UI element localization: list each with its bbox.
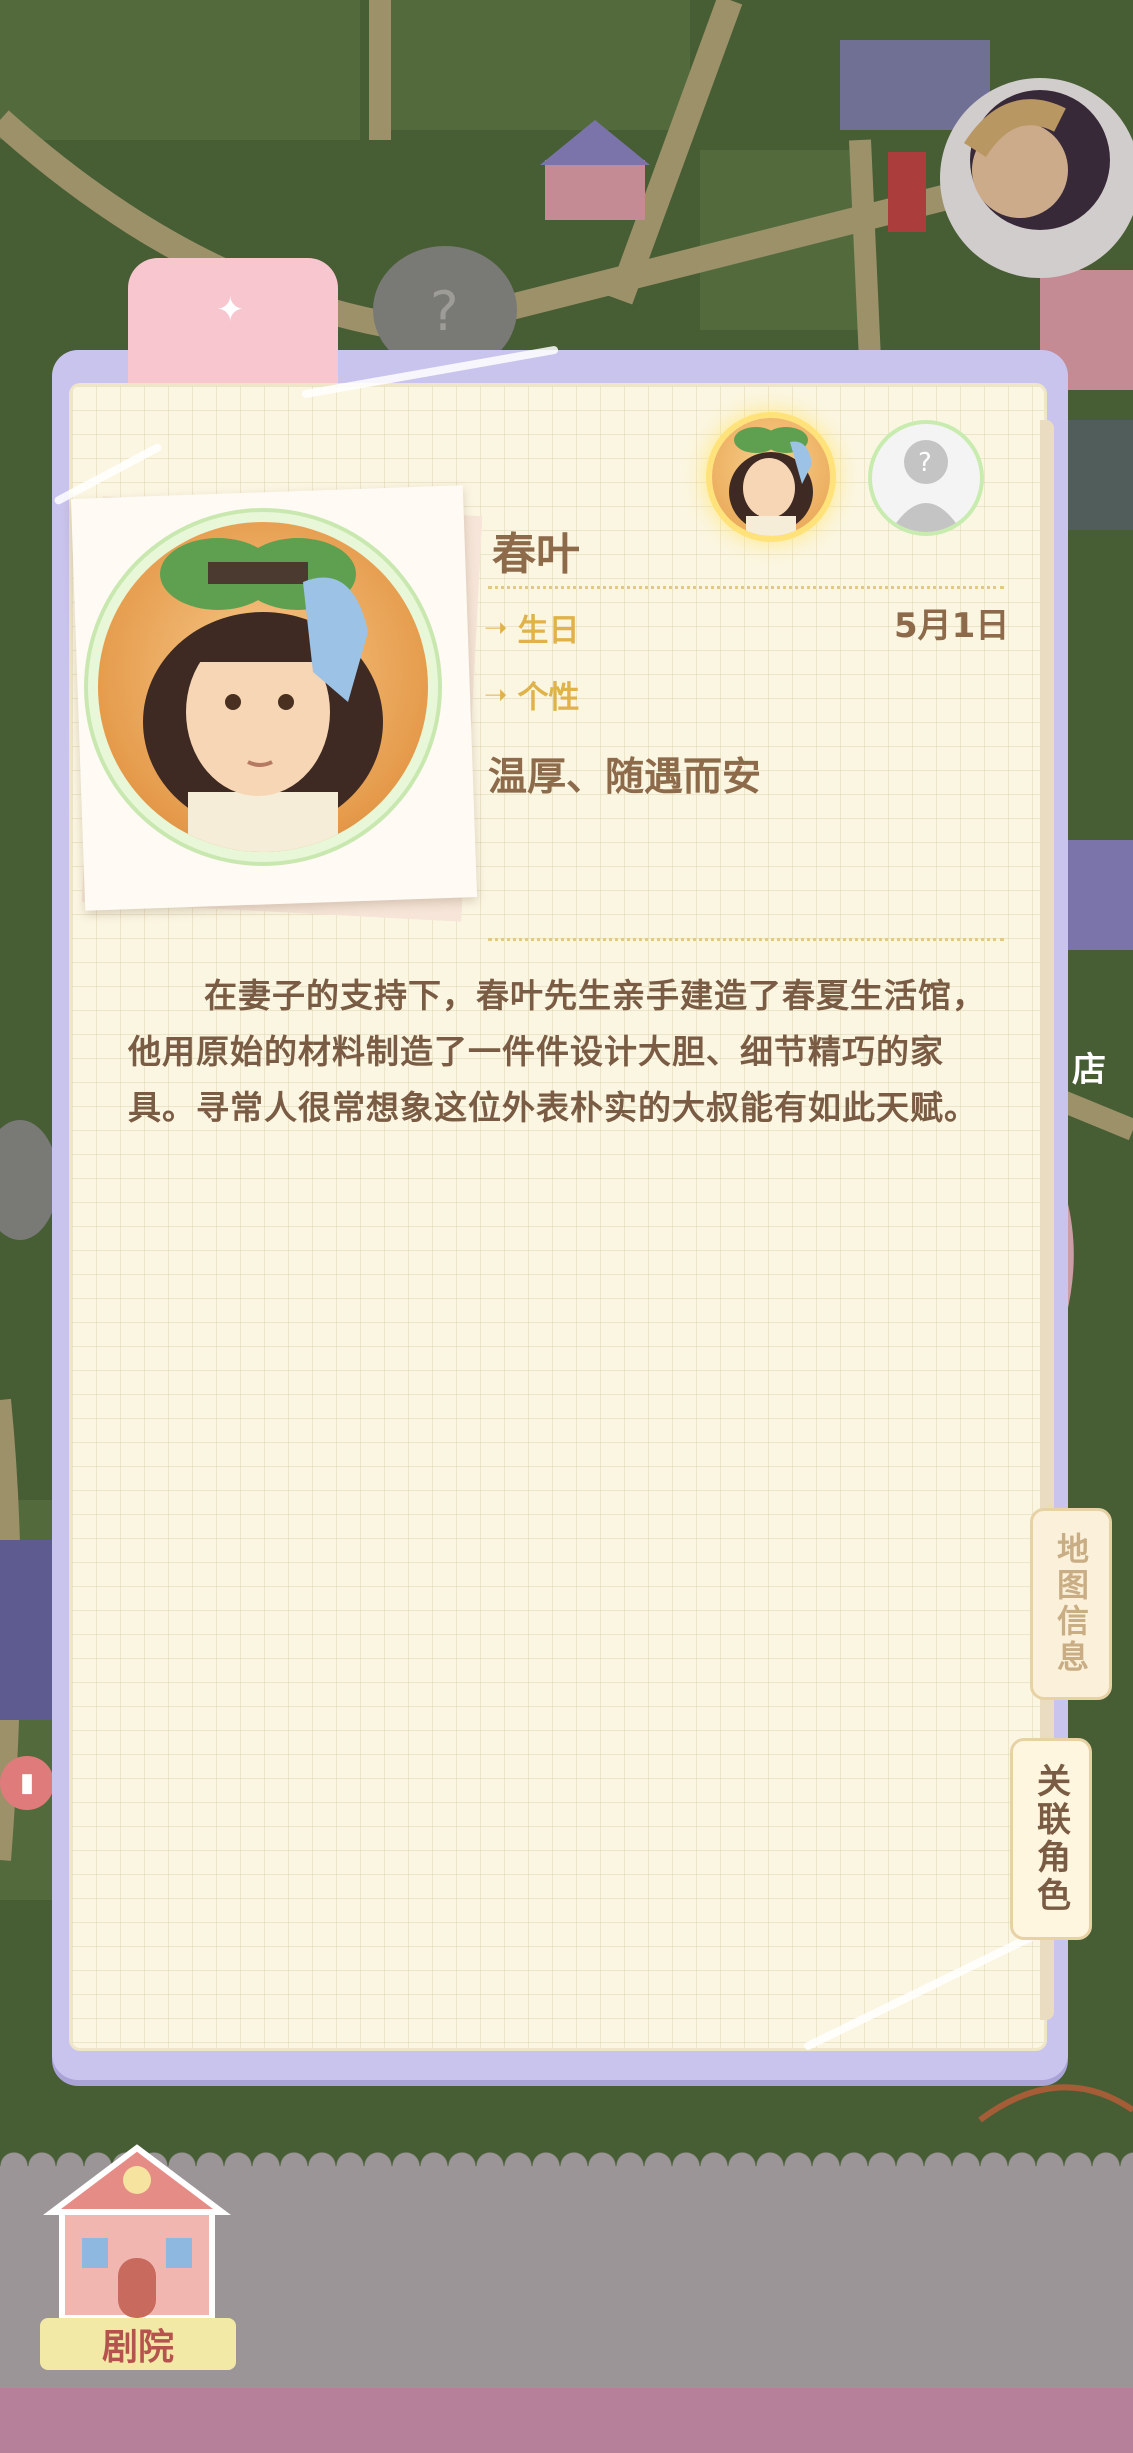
character-portrait <box>98 522 428 852</box>
arrow-icon: ➝ <box>484 611 508 644</box>
avatar-selected-chunye[interactable] <box>712 418 830 536</box>
personality-value: 温厚、随遇而安 <box>488 755 762 800</box>
character-bio: 在妻子的支持下，春叶先生亲手建造了春夏生活馆，他用原始的材料制造了一件件设计大胆… <box>128 976 986 1127</box>
unknown-avatar-icon: ? <box>890 440 962 532</box>
theater-label[interactable]: 剧院 <box>40 2318 236 2370</box>
tab-map-info[interactable]: 地图信息 <box>1030 1508 1112 1700</box>
bottom-strip <box>0 2388 1133 2453</box>
divider <box>488 586 1004 589</box>
divider <box>488 938 1004 941</box>
character-name: 春叶 <box>492 529 580 580</box>
portrait-illustration <box>143 538 383 852</box>
theater-building-icon <box>43 2144 231 2321</box>
arrow-icon: ➝ <box>484 678 508 711</box>
theater-button[interactable] <box>42 2128 232 2348</box>
birthday-label-row: ➝ 生日 <box>484 605 579 650</box>
personality-label-row: ➝ 个性 <box>484 672 579 717</box>
shop-sign[interactable]: 店 <box>1072 1042 1106 1091</box>
avatar-locked[interactable]: ? <box>872 424 980 532</box>
question-mark: ? <box>918 448 932 478</box>
birthday-value: 5月1日 <box>894 606 1010 646</box>
sparkle-icon: ✦ <box>216 290 245 330</box>
book-icon[interactable]: ▮ <box>0 1756 54 1810</box>
tab-related-characters[interactable]: 关联角色 <box>1010 1738 1092 1940</box>
personality-label: 个性 <box>517 680 580 716</box>
birthday-label: 生日 <box>517 613 580 649</box>
avatar-illustration <box>729 427 813 536</box>
